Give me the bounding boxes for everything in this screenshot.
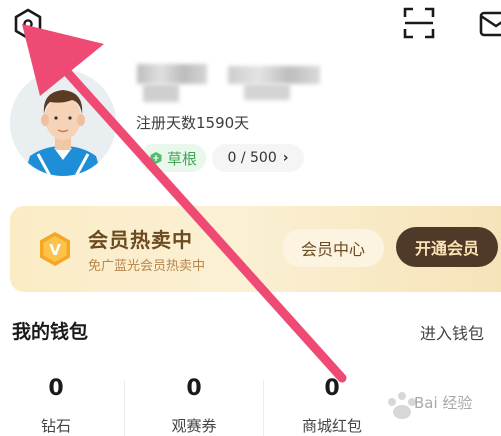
stat-value: 0 (186, 376, 202, 401)
stat-value: 0 (48, 376, 64, 401)
username-blurred (244, 84, 290, 100)
leaf-icon (150, 152, 162, 164)
avatar-illustration (10, 70, 116, 176)
vip-badge-icon: V (40, 232, 70, 266)
vip-subtitle: 免广蓝光会员热卖中 (88, 259, 206, 274)
vip-badge-letter: V (49, 241, 61, 259)
vip-center-button[interactable]: 会员中心 (282, 229, 384, 267)
divider (263, 380, 264, 436)
avatar[interactable] (10, 70, 116, 176)
mail-icon[interactable] (476, 6, 501, 40)
open-vip-button[interactable]: 开通会员 (396, 227, 498, 267)
wallet-title: 我的钱包 (12, 321, 89, 343)
username-blurred (228, 66, 320, 84)
settings-icon[interactable] (10, 6, 46, 42)
username-blurred (137, 64, 207, 84)
scan-icon[interactable] (400, 4, 438, 42)
vip-title: 会员热卖中 (88, 228, 193, 252)
stat-label: 观赛券 (171, 417, 217, 435)
registration-days: 注册天数1590天 (136, 114, 250, 132)
wallet-stat-tickets[interactable]: 0 观赛券 (129, 376, 259, 436)
wallet-stat-diamonds[interactable]: 0 钻石 (0, 376, 121, 436)
watermark-text: Bai 经验 (414, 394, 473, 412)
stat-label: 钻石 (40, 417, 71, 435)
experience-text: 0 / 500 (227, 150, 277, 166)
level-badge[interactable]: 草根 (140, 144, 206, 172)
username-blurred (143, 84, 179, 102)
experience-progress[interactable]: 0 / 500 › (212, 144, 304, 172)
level-label: 草根 (166, 149, 197, 168)
chevron-right-icon: › (282, 150, 289, 166)
enter-wallet-link[interactable]: 进入钱包 (420, 320, 484, 344)
divider (124, 380, 125, 436)
